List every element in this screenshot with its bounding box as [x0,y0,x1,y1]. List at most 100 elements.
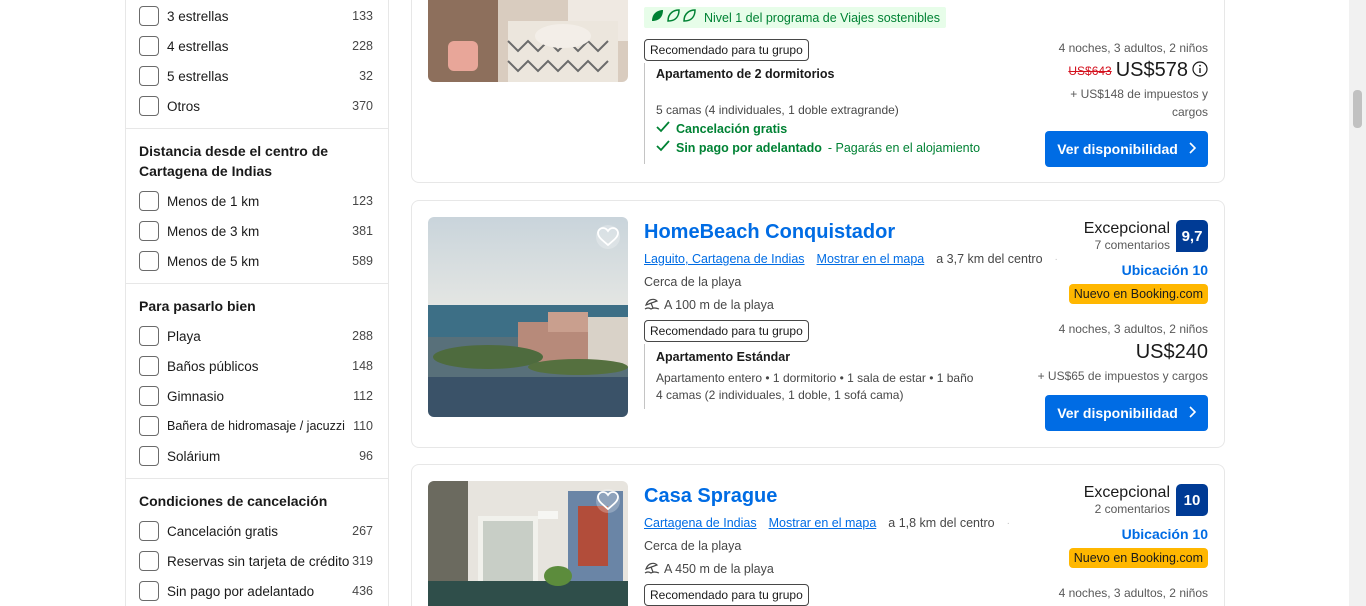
filter-4-stars[interactable]: 4 estrellas 228 [139,35,373,57]
filter-count: 319 [352,554,373,568]
perk-label: Cancelación gratis [676,121,788,136]
filter-distance-5km[interactable]: Menos de 5 km 589 [139,250,373,272]
see-availability-button[interactable]: Ver disponibilidad [1045,131,1208,167]
filter-label: Sin pago por adelantado [167,583,315,599]
filter-label: Baños públicos [167,358,259,374]
checkbox[interactable] [139,416,159,436]
new-badge: Nuevo en Booking.com [1068,284,1208,304]
property-name[interactable]: Casa Sprague [644,485,777,508]
filter-other-stars[interactable]: Otros 370 [139,95,373,117]
checkbox[interactable] [139,6,159,26]
current-price: US$240 [1135,341,1208,363]
filter-label: Otros [167,98,201,114]
filter-label: Solárium [167,448,221,464]
location-link[interactable]: Laguito, Cartagena de Indias [644,252,805,266]
divider [126,478,388,479]
current-price: US$578 [1115,59,1188,81]
property-photo[interactable] [428,481,628,606]
info-icon[interactable] [1192,61,1208,80]
checkbox[interactable] [139,96,159,116]
checkbox[interactable] [139,581,159,601]
checkbox[interactable] [139,66,159,86]
filter-count: 133 [352,9,373,23]
filter-solarium[interactable]: Solárium 96 [139,445,373,467]
checkbox[interactable] [139,251,159,271]
heart-icon[interactable] [596,225,620,249]
review-count: 2 comentarios [1094,502,1170,516]
recommended-badge: Recomendado para tu grupo [644,584,809,606]
checkbox[interactable] [139,446,159,466]
checkbox[interactable] [139,326,159,346]
filter-count: 370 [352,99,373,113]
review-score[interactable]: Excepcional 7 comentarios 9,7 [1084,220,1208,252]
scrollbar[interactable] [1349,0,1366,606]
stay-info: 4 noches, 3 adultos, 2 niños [1058,41,1208,55]
filter-distance-1km[interactable]: Menos de 1 km 123 [139,190,373,212]
checkbox[interactable] [139,386,159,406]
location-score: Ubicación 10 [1121,526,1208,542]
checkbox[interactable] [139,36,159,56]
filter-public-baths[interactable]: Baños públicos 148 [139,355,373,377]
filter-label: Menos de 1 km [167,193,260,209]
score-badge: 9,7 [1176,220,1208,252]
tax-line: + US$148 de impuestos y [1070,87,1208,101]
divider [126,128,388,129]
check-icon [656,121,670,136]
filter-jacuzzi[interactable]: Bañera de hidromasaje / jacuzzi 110 [139,415,373,437]
chevron-right-icon [1188,405,1196,421]
filter-no-prepayment[interactable]: Sin pago por adelantado 436 [139,580,373,602]
property-photo[interactable] [428,0,628,82]
show-on-map-link[interactable]: Mostrar en el mapa [817,252,925,266]
scrollbar-thumb[interactable] [1353,90,1362,128]
beach-distance-label: A 450 m de la playa [664,561,774,576]
filter-count: 32 [359,69,373,83]
recommended-badge: Recomendado para tu grupo [644,39,809,61]
heart-icon[interactable] [596,489,620,513]
filter-distance-3km[interactable]: Menos de 3 km 381 [139,220,373,242]
unit-title: Apartamento Estándar [656,350,791,364]
divider [126,283,388,284]
filter-free-cancellation[interactable]: Cancelación gratis 267 [139,520,373,542]
location-line: Cartagena de Indias Mostrar en el mapa a… [644,516,1010,530]
checkbox[interactable] [139,521,159,541]
filter-label: 4 estrellas [167,38,229,54]
filter-label: Cancelación gratis [167,523,279,539]
near-beach-label: Cerca de la playa [644,275,742,289]
bed-info: 4 camas (2 individuales, 1 doble, 1 sofá… [656,388,904,402]
checkbox[interactable] [139,356,159,376]
property-card: Casa Sprague Cartagena de Indias Mostrar… [411,464,1225,606]
review-score[interactable]: Excepcional 2 comentarios 10 [1084,484,1208,516]
sustainability-badge[interactable]: Nivel 1 del programa de Viajes sostenibl… [644,7,947,28]
show-on-map-link[interactable]: Mostrar en el mapa [769,516,877,530]
filter-5-stars[interactable]: 5 estrellas 32 [139,65,373,87]
filter-no-credit-card[interactable]: Reservas sin tarjeta de crédito 319 [139,550,373,572]
checkbox[interactable] [139,221,159,241]
checkbox[interactable] [139,191,159,211]
checkbox[interactable] [139,551,159,571]
property-card: HomeBeach Conquistador Laguito, Cartagen… [411,200,1225,448]
distance-from-center: a 1,8 km del centro [888,516,995,530]
location-link[interactable]: Cartagena de Indias [644,516,757,530]
beach-distance: A 450 m de la playa [644,560,774,577]
filter-group-title: Distancia desde el centro de Cartagena d… [139,143,329,179]
button-label: Ver disponibilidad [1057,141,1178,157]
filter-beach[interactable]: Playa 288 [139,325,373,347]
see-availability-button[interactable]: Ver disponibilidad [1045,395,1208,431]
no-prepayment: Sin pago por adelantado - Pagarás en el … [656,140,1024,155]
property-name[interactable]: HomeBeach Conquistador [644,221,895,244]
tax-info: + US$65 de impuestos y cargos [1037,369,1208,383]
price-line: US$240 [1136,341,1208,364]
review-count: 7 comentarios [1094,238,1170,252]
unit-description: Apartamento entero • 1 dormitorio • 1 sa… [656,371,974,385]
filter-3-stars[interactable]: 3 estrellas 133 [139,5,373,27]
filter-label: Menos de 5 km [167,253,260,269]
filter-label: 5 estrellas [167,68,229,84]
filter-count: 589 [352,254,373,268]
filter-count: 381 [352,224,373,238]
filter-count: 267 [352,524,373,538]
check-icon [656,140,670,155]
button-label: Ver disponibilidad [1057,405,1178,421]
property-photo[interactable] [428,217,628,417]
filter-gym[interactable]: Gimnasio 112 [139,385,373,407]
beach-distance-label: A 100 m de la playa [664,297,774,312]
